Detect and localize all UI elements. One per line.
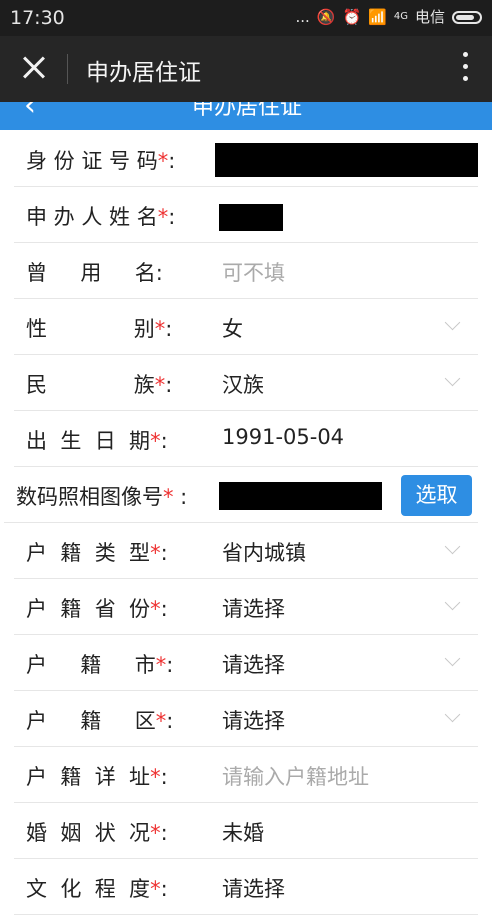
- page-header-title: 申办居住证: [192, 102, 303, 120]
- field-label: 户 籍 区*:: [26, 709, 174, 733]
- field-label: 户 籍 类 型*:: [26, 541, 168, 565]
- app-bar-title: 申办居住证: [86, 60, 201, 86]
- birth-date-input[interactable]: 1991-05-04: [222, 425, 344, 449]
- form-row-birth-date[interactable]: 出 生 日 期*: 1991-05-04: [14, 411, 478, 467]
- field-label: 数码照相图像号* :: [16, 485, 188, 509]
- form-row-id-number[interactable]: 身 份 证 号 码*:: [14, 131, 478, 187]
- form-row-education[interactable]: 文 化 程 度*: 请选择: [14, 859, 478, 915]
- close-icon[interactable]: [14, 48, 54, 88]
- household-province-select[interactable]: 请选择: [222, 593, 285, 623]
- form-row-marital-status[interactable]: 婚 姻 状 况*: 未婚: [14, 803, 478, 859]
- field-label: 户 籍 详 址*:: [26, 765, 168, 789]
- form-row-household-type[interactable]: 户 籍 类 型*: 省内城镇: [14, 523, 478, 579]
- chevron-down-icon: [444, 538, 461, 555]
- field-label: 身 份 证 号 码*:: [26, 149, 176, 173]
- carrier-name: 电信: [414, 8, 445, 26]
- household-city-select[interactable]: 请选择: [222, 649, 285, 679]
- alarm-icon: ⏰: [342, 8, 362, 26]
- field-label: 文 化 程 度*:: [26, 877, 168, 901]
- form-row-household-city[interactable]: 户 籍 市*: 请选择: [14, 635, 478, 691]
- field-label: 曾 用 名:: [26, 261, 163, 285]
- field-label: 户 籍 市*:: [26, 653, 174, 677]
- ethnicity-select[interactable]: 汉族: [222, 369, 264, 399]
- field-label: 出 生 日 期*:: [26, 429, 168, 453]
- redacted-photo-number[interactable]: [219, 482, 382, 510]
- form-row-former-name[interactable]: 曾 用 名: 可不填: [14, 243, 478, 299]
- household-type-select[interactable]: 省内城镇: [222, 537, 306, 567]
- form-row-household-district[interactable]: 户 籍 区*: 请选择: [14, 691, 478, 747]
- marital-status-select[interactable]: 未婚: [222, 817, 264, 847]
- page-header: ‹ 申办居住证: [0, 102, 492, 130]
- status-icons: ... 🔕 ⏰ 📶 4G 电信: [295, 8, 482, 26]
- form-row-photo-number[interactable]: 数码照相图像号* : 选取: [4, 467, 478, 523]
- chevron-down-icon: [444, 314, 461, 331]
- redacted-id-number[interactable]: [215, 143, 478, 177]
- field-label: 性 别*:: [26, 317, 173, 341]
- app-bar: 申办居住证: [0, 36, 492, 102]
- form-row-household-address[interactable]: 户 籍 详 址*: 请输入户籍地址: [14, 747, 478, 803]
- battery-icon: [452, 10, 482, 24]
- chevron-down-icon: [444, 706, 461, 723]
- mute-icon: 🔕: [316, 8, 336, 26]
- back-arrow-icon[interactable]: ‹: [24, 102, 36, 123]
- residence-permit-form: 身 份 证 号 码*: 申 办 人 姓 名*: 曾 用 名: 可不填 性 别*:…: [0, 131, 492, 915]
- field-label: 民 族*:: [26, 373, 173, 397]
- field-label: 婚 姻 状 况*:: [26, 821, 168, 845]
- education-select[interactable]: 请选择: [222, 873, 285, 903]
- form-row-applicant-name[interactable]: 申 办 人 姓 名*:: [14, 187, 478, 243]
- wifi-icon: 📶: [368, 8, 387, 26]
- chevron-down-icon: [444, 370, 461, 387]
- app-bar-divider: [67, 54, 68, 84]
- chevron-down-icon: [444, 650, 461, 667]
- form-row-gender[interactable]: 性 别*: 女: [14, 299, 478, 355]
- status-time: 17:30: [10, 7, 65, 29]
- gender-select[interactable]: 女: [222, 313, 243, 343]
- redacted-applicant-name[interactable]: [219, 204, 283, 231]
- former-name-input[interactable]: 可不填: [222, 257, 285, 287]
- chevron-down-icon: [444, 594, 461, 611]
- field-label: 申 办 人 姓 名*:: [26, 205, 176, 229]
- more-dots-icon: ...: [295, 8, 310, 26]
- field-label: 户 籍 省 份*:: [26, 597, 168, 621]
- select-photo-button[interactable]: 选取: [401, 475, 472, 516]
- status-bar: 17:30 ... 🔕 ⏰ 📶 4G 电信: [0, 0, 492, 36]
- form-row-household-province[interactable]: 户 籍 省 份*: 请选择: [14, 579, 478, 635]
- more-vert-icon[interactable]: [460, 52, 470, 86]
- form-row-ethnicity[interactable]: 民 族*: 汉族: [14, 355, 478, 411]
- household-address-input[interactable]: 请输入户籍地址: [222, 761, 369, 791]
- network-type: 4G: [393, 11, 408, 22]
- household-district-select[interactable]: 请选择: [222, 705, 285, 735]
